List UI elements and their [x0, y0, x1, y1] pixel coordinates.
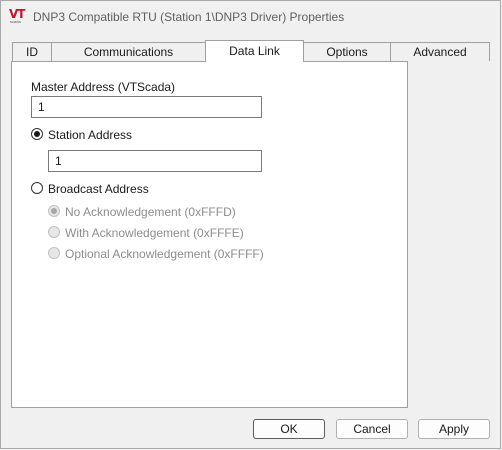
station-address-radio[interactable]: [31, 128, 43, 140]
broadcast-address-radio[interactable]: [31, 182, 43, 194]
station-address-label[interactable]: Station Address: [48, 128, 132, 142]
with-ack-label[interactable]: With Acknowledgement (0xFFFE): [65, 226, 244, 240]
tab-id[interactable]: ID: [12, 42, 52, 61]
window-title: DNP3 Compatible RTU (Station 1\DNP3 Driv…: [33, 10, 345, 24]
with-ack-radio[interactable]: [48, 226, 60, 238]
optional-ack-label[interactable]: Optional Acknowledgement (0xFFFF): [65, 247, 264, 261]
title-bar[interactable]: VT scada DNP3 Compatible RTU (Station 1\…: [1, 1, 500, 33]
master-address-label: Master Address (VTScada): [31, 80, 176, 94]
no-ack-label[interactable]: No Acknowledgement (0xFFFD): [65, 205, 236, 219]
tab-advanced[interactable]: Advanced: [390, 42, 490, 61]
ok-button[interactable]: OK: [253, 419, 325, 439]
logo-subtext: scada: [10, 19, 21, 24]
tab-communications[interactable]: Communications: [51, 42, 206, 61]
broadcast-address-label[interactable]: Broadcast Address: [48, 182, 149, 196]
master-address-field[interactable]: 1: [31, 96, 262, 118]
station-address-field[interactable]: 1: [48, 150, 262, 172]
apply-button[interactable]: Apply: [418, 419, 490, 439]
vtscada-logo-icon: VT scada: [9, 7, 27, 24]
tab-options[interactable]: Options: [303, 42, 391, 61]
optional-ack-radio[interactable]: [48, 247, 60, 259]
tab-data-link[interactable]: Data Link: [205, 40, 304, 62]
no-ack-radio[interactable]: [48, 205, 60, 217]
cancel-button[interactable]: Cancel: [336, 419, 408, 439]
